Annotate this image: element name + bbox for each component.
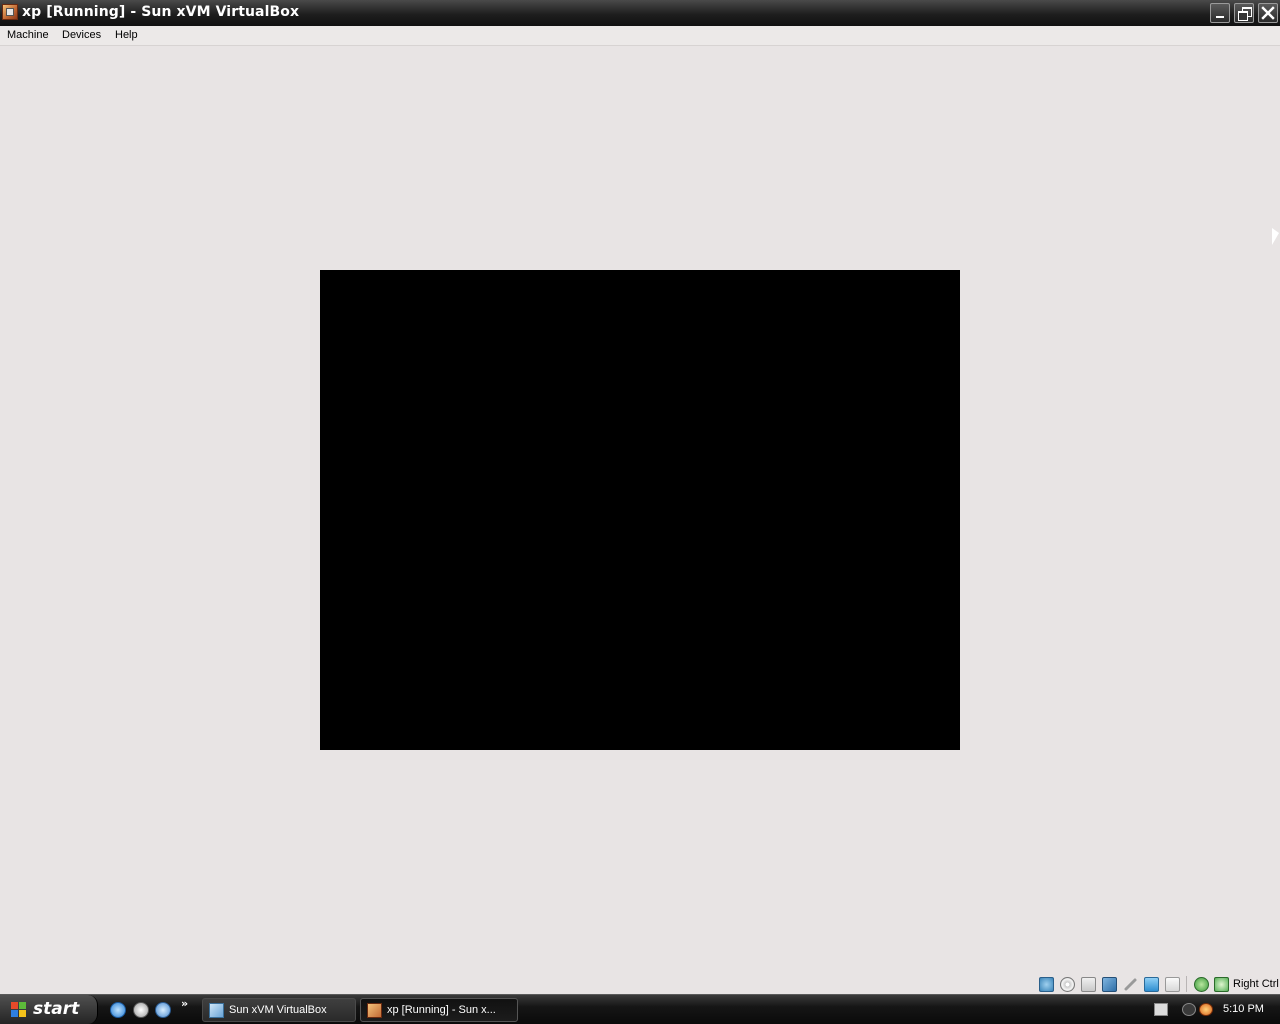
collapse-icon[interactable] <box>1182 1003 1196 1016</box>
shared-folders-icon[interactable] <box>1144 977 1159 992</box>
status-bar: Right Ctrl <box>0 974 1280 994</box>
host-key-capture-icon[interactable] <box>1214 977 1229 992</box>
task-label: Sun xVM VirtualBox <box>229 1004 327 1016</box>
vrdp-icon[interactable] <box>1165 977 1180 992</box>
hard-disk-icon[interactable] <box>1039 977 1054 992</box>
close-button[interactable] <box>1258 3 1278 23</box>
close-icon <box>1261 6 1275 20</box>
antivirus-icon[interactable] <box>1199 1003 1213 1016</box>
start-label: start <box>33 999 80 1019</box>
restore-button[interactable] <box>1234 3 1254 23</box>
menu-machine[interactable]: Machine <box>7 29 49 41</box>
quick-launch-more-button[interactable]: » <box>181 997 188 1010</box>
internet-explorer-icon[interactable] <box>110 1002 126 1018</box>
windows-logo-icon <box>11 1002 27 1018</box>
mouse-pointer-icon <box>1272 228 1279 245</box>
task-virtualbox[interactable]: Sun xVM VirtualBox <box>202 998 356 1022</box>
screen: xp [Running] - Sun xVM VirtualBox Machin… <box>0 0 1280 1024</box>
host-key-label: Right Ctrl <box>1233 978 1279 990</box>
menu-bar: Machine Devices Help <box>0 26 1280 46</box>
browser-icon[interactable] <box>155 1002 171 1018</box>
vm-window-icon[interactable] <box>2 4 18 20</box>
task-vm-window[interactable]: xp [Running] - Sun x... <box>360 998 518 1022</box>
vm-guest-screen[interactable] <box>320 270 960 750</box>
status-separator <box>1186 976 1187 992</box>
task-label: xp [Running] - Sun x... <box>387 1004 496 1016</box>
mouse-integration-icon[interactable] <box>1194 977 1209 992</box>
floppy-icon[interactable] <box>1081 977 1096 992</box>
cd-dvd-icon[interactable] <box>1060 977 1075 992</box>
menu-devices[interactable]: Devices <box>62 29 101 41</box>
keyboard-icon[interactable] <box>1154 1003 1168 1016</box>
menu-help[interactable]: Help <box>115 29 138 41</box>
window-title: xp [Running] - Sun xVM VirtualBox <box>22 4 300 20</box>
clock[interactable]: 5:10 PM <box>1223 1003 1264 1015</box>
vm-display-area[interactable] <box>0 46 1280 974</box>
vm-window-icon <box>367 1003 382 1018</box>
media-player-icon[interactable] <box>133 1002 149 1018</box>
network-icon[interactable] <box>1102 977 1117 992</box>
taskbar: start » Sun xVM VirtualBox xp [Running] … <box>0 994 1280 1024</box>
minimize-icon <box>1216 16 1224 18</box>
minimize-button[interactable] <box>1210 3 1230 23</box>
virtualbox-icon <box>209 1003 224 1018</box>
restore-icon-front <box>1238 11 1248 21</box>
title-bar[interactable]: xp [Running] - Sun xVM VirtualBox <box>0 0 1280 26</box>
usb-glyph <box>1124 978 1137 991</box>
usb-icon[interactable] <box>1123 977 1138 992</box>
start-button[interactable]: start <box>0 995 98 1024</box>
